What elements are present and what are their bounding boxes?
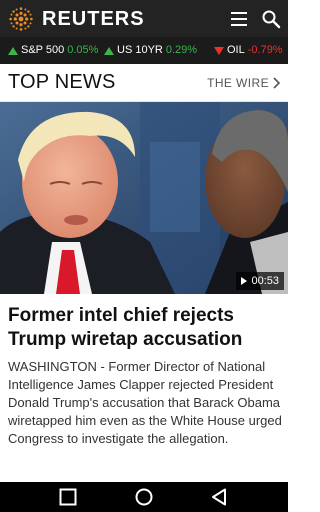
- ticker-name: S&P 500: [21, 44, 65, 56]
- reuters-logo-icon: [9, 7, 33, 31]
- chevron-right-icon: [273, 77, 280, 89]
- ticker-name: US 10YR: [117, 44, 163, 56]
- arrow-up-icon: [104, 46, 114, 55]
- story-summary[interactable]: WASHINGTON - Former Director of National…: [8, 358, 284, 448]
- ticker-value: 0.05%: [67, 44, 99, 56]
- the-wire-label: THE WIRE: [207, 76, 269, 90]
- arrow-up-icon: [8, 46, 18, 55]
- nav-home-icon[interactable]: [134, 487, 154, 507]
- story-hero-image[interactable]: 00:53: [0, 102, 288, 294]
- ticker-name: OIL: [227, 44, 245, 56]
- story-headline[interactable]: Former intel chief rejects Trump wiretap…: [8, 304, 280, 352]
- ticker-item-sp500[interactable]: S&P 500 0.05%: [8, 37, 98, 64]
- section-title: TOP NEWS: [8, 71, 116, 93]
- market-ticker[interactable]: S&P 500 0.05% US 10YR 0.29% OIL -0.79%: [0, 37, 288, 64]
- app-bar: REUTERS: [0, 0, 288, 37]
- play-icon: [241, 277, 248, 285]
- menu-icon[interactable]: [229, 9, 249, 29]
- nav-recents-icon[interactable]: [58, 487, 78, 507]
- section-header: TOP NEWS THE WIRE: [0, 64, 288, 102]
- brand-name: REUTERS: [42, 8, 145, 30]
- hero-photo: [0, 102, 288, 294]
- search-icon[interactable]: [261, 9, 281, 29]
- video-duration: 00:53: [251, 275, 279, 287]
- the-wire-link[interactable]: THE WIRE: [207, 76, 280, 90]
- system-nav-bar: [0, 482, 288, 512]
- ticker-item-us10yr[interactable]: US 10YR 0.29%: [104, 37, 197, 64]
- ticker-value: 0.29%: [165, 44, 198, 56]
- ticker-value: -0.79%: [247, 44, 283, 56]
- arrow-down-icon: [214, 46, 224, 55]
- video-duration-badge: 00:53: [236, 272, 284, 290]
- ticker-item-oil[interactable]: OIL -0.79%: [214, 37, 283, 64]
- nav-back-icon[interactable]: [210, 487, 230, 507]
